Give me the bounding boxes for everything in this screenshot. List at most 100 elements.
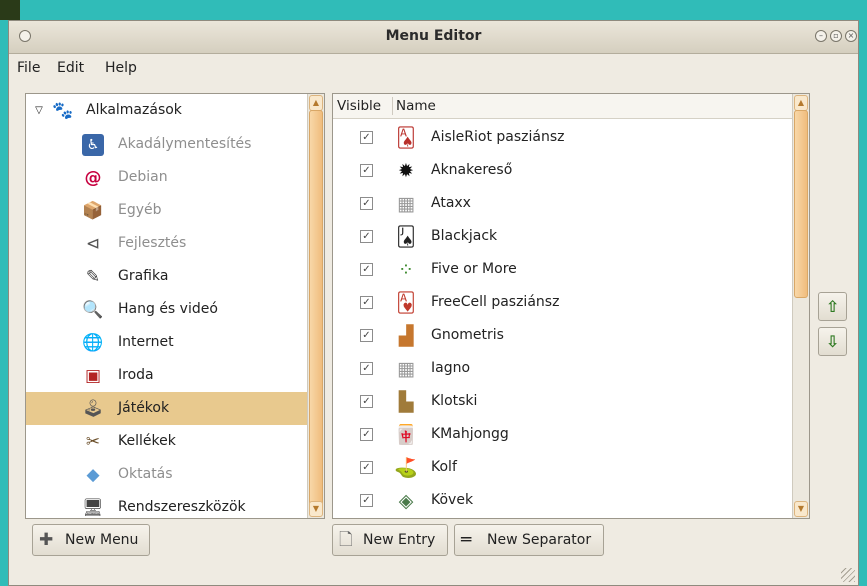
- tree-item[interactable]: ▣ Iroda: [26, 359, 308, 392]
- list-item[interactable]: ✓ 🂫 Blackjack: [333, 220, 793, 253]
- expander-open-icon[interactable]: ▽: [28, 100, 50, 122]
- education-icon: ◆: [86, 465, 100, 485]
- multimedia-icon: 🔍: [82, 300, 104, 320]
- list-item[interactable]: ✓ ▦ Ataxx: [333, 187, 793, 220]
- tree-root-label: Alkalmazások: [86, 102, 182, 118]
- puzzle-icon: ▙: [398, 391, 414, 413]
- visible-checkbox[interactable]: ✓: [360, 494, 373, 507]
- list-item[interactable]: ✓ ✹ Aknakereső: [333, 154, 793, 187]
- list-scroll-thumb[interactable]: [794, 110, 808, 298]
- tree-scrollbar[interactable]: ▲ ▼: [307, 94, 324, 518]
- tree-item[interactable]: 🔍 Hang és videó: [26, 293, 308, 326]
- list-item[interactable]: ✓ ▙ Klotski: [333, 385, 793, 418]
- tree-item[interactable]: 📦 Egyéb: [26, 194, 308, 227]
- list-item[interactable]: ✓ 🂡 AisleRiot pasziánsz: [333, 121, 793, 154]
- menu-bar: File Edit Help: [9, 54, 858, 84]
- list-item[interactable]: ✓ ▦ Iagno: [333, 352, 793, 385]
- tree-item[interactable]: ♿ Akadálymentesítés: [26, 128, 308, 161]
- globe-icon: 🌐: [82, 333, 104, 353]
- entries-list[interactable]: Visible Name ✓ 🂡 AisleRiot pasziánsz ✓ ✹…: [332, 93, 810, 519]
- tree-item[interactable]: ⊲ Fejlesztés: [26, 227, 308, 260]
- accessories-icon: ✂: [85, 432, 101, 452]
- window-title: Menu Editor: [385, 28, 482, 44]
- grid-board-icon: ▦: [397, 193, 415, 215]
- list-header: Visible Name: [333, 94, 793, 119]
- arrow-down-icon: ⇩: [825, 332, 840, 351]
- maximize-icon[interactable]: ▫: [830, 30, 842, 42]
- tree-item[interactable]: @ Debian: [26, 161, 308, 194]
- desktop-corner: [0, 0, 20, 20]
- visible-checkbox[interactable]: ✓: [360, 362, 373, 375]
- tree-item-selected[interactable]: 🕹 Játékok: [26, 392, 308, 425]
- card-spade-icon: 🂫: [396, 226, 416, 248]
- menu-help[interactable]: Help: [105, 60, 137, 76]
- separator-icon: ═: [461, 530, 472, 550]
- list-item[interactable]: ✓ 🀄 KMahjongg: [333, 418, 793, 451]
- visible-checkbox[interactable]: ✓: [360, 197, 373, 210]
- visible-checkbox[interactable]: ✓: [360, 329, 373, 342]
- visible-checkbox[interactable]: ✓: [360, 428, 373, 441]
- menu-edit[interactable]: Edit: [57, 60, 84, 76]
- column-visible[interactable]: Visible: [337, 98, 381, 114]
- title-bar[interactable]: Menu Editor – ▫ ×: [9, 21, 858, 54]
- visible-checkbox[interactable]: ✓: [360, 164, 373, 177]
- gnome-foot-icon: 🐾: [52, 101, 74, 121]
- visible-checkbox[interactable]: ✓: [360, 461, 373, 474]
- cards-icon: 🂡: [396, 127, 416, 149]
- tree-item[interactable]: ✎ Grafika: [26, 260, 308, 293]
- list-item[interactable]: ✓ ⁘ Five or More: [333, 253, 793, 286]
- visible-checkbox[interactable]: ✓: [360, 296, 373, 309]
- box-icon: 📦: [82, 201, 104, 221]
- mine-icon: ✹: [398, 160, 414, 182]
- mahjong-icon: 🀄: [394, 424, 418, 446]
- list-item[interactable]: ✓ 🂱 FreeCell pasziánsz: [333, 286, 793, 319]
- resize-grip[interactable]: [841, 568, 855, 582]
- grid-board-icon: ▦: [397, 358, 415, 380]
- column-name[interactable]: Name: [396, 98, 436, 114]
- scroll-up-icon[interactable]: ▲: [309, 95, 323, 111]
- tree-item[interactable]: ◆ Oktatás: [26, 458, 308, 491]
- tree-scroll-thumb[interactable]: [309, 110, 323, 506]
- scroll-down-icon[interactable]: ▼: [309, 501, 323, 517]
- document-icon: 🗋: [339, 530, 353, 550]
- menu-editor-window: Menu Editor – ▫ × File Edit Help ▽ 🐾 Alk…: [8, 20, 859, 586]
- balls-icon: ⁘: [398, 259, 414, 281]
- list-scrollbar[interactable]: ▲ ▼: [792, 94, 809, 518]
- close-icon[interactable]: ×: [845, 30, 857, 42]
- tree-item[interactable]: 🌐 Internet: [26, 326, 308, 359]
- list-item[interactable]: ✓ ◈ Kövek: [333, 484, 793, 517]
- new-menu-button[interactable]: ✚ New Menu: [32, 524, 150, 556]
- tree-root[interactable]: ▽ 🐾 Alkalmazások: [26, 94, 308, 127]
- plus-icon: ✚: [39, 530, 54, 550]
- list-item[interactable]: ✓ ▟ Gnometris: [333, 319, 793, 352]
- column-separator: [392, 97, 393, 115]
- office-icon: ▣: [84, 366, 102, 386]
- golf-flag-icon: ⛳: [394, 457, 418, 479]
- accessibility-icon: ♿: [82, 134, 104, 156]
- scroll-down-icon[interactable]: ▼: [794, 501, 808, 517]
- move-up-button[interactable]: ⇧: [818, 292, 847, 321]
- debian-swirl-icon: @: [84, 168, 102, 188]
- visible-checkbox[interactable]: ✓: [360, 230, 373, 243]
- list-item[interactable]: ✓ ⛳ Kolf: [333, 451, 793, 484]
- new-entry-button[interactable]: 🗋 New Entry: [332, 524, 448, 556]
- menu-file[interactable]: File: [17, 60, 40, 76]
- scroll-up-icon[interactable]: ▲: [794, 95, 808, 111]
- menu-tree[interactable]: ▽ 🐾 Alkalmazások ♿ Akadálymentesítés @ D…: [25, 93, 325, 519]
- tree-item[interactable]: ✂ Kellékek: [26, 425, 308, 458]
- move-down-button[interactable]: ⇩: [818, 327, 847, 356]
- minimize-icon[interactable]: –: [815, 30, 827, 42]
- visible-checkbox[interactable]: ✓: [360, 131, 373, 144]
- arrow-up-icon: ⇧: [825, 297, 840, 316]
- card-heart-icon: 🂱: [396, 292, 416, 314]
- visible-checkbox[interactable]: ✓: [360, 395, 373, 408]
- tool-icon: ⊲: [85, 234, 101, 254]
- paint-icon: ✎: [85, 267, 101, 287]
- joystick-icon: 🕹: [82, 399, 104, 419]
- diamond-icon: ◈: [398, 490, 414, 512]
- tree-item[interactable]: 🖥 Rendszereszközök: [26, 491, 308, 518]
- computer-icon: 🖥: [82, 498, 104, 518]
- blocks-icon: ▟: [398, 325, 414, 347]
- visible-checkbox[interactable]: ✓: [360, 263, 373, 276]
- new-separator-button[interactable]: ═ New Separator: [454, 524, 604, 556]
